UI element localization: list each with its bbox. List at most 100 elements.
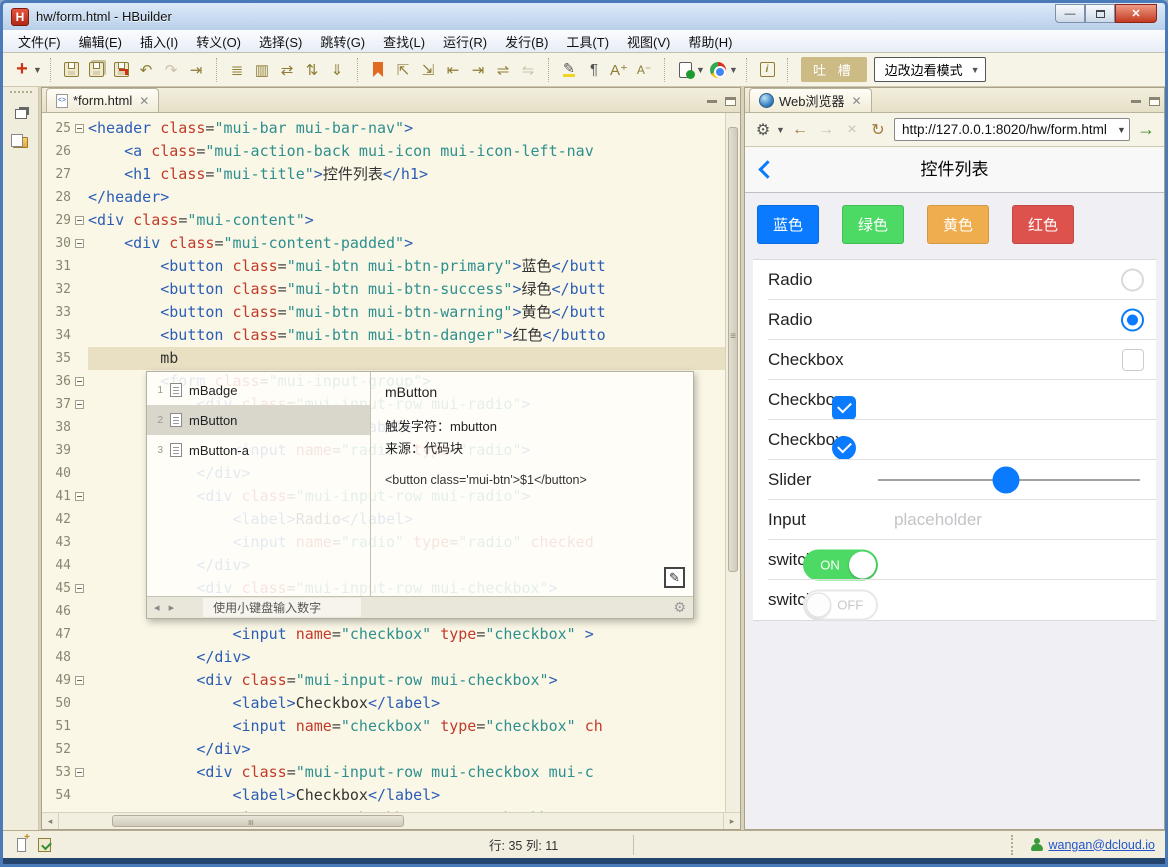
- redo-icon[interactable]: ↷: [160, 59, 182, 81]
- tab-close-icon[interactable]: ✕: [139, 94, 149, 108]
- maximize-button[interactable]: [1085, 4, 1115, 23]
- code-editor[interactable]: 25<header class="mui-bar mui-bar-nav">26…: [42, 113, 725, 812]
- new-file-icon[interactable]: +: [11, 59, 33, 81]
- hscroll-left-arrow-icon[interactable]: ◂: [42, 813, 59, 829]
- indent-right-icon[interactable]: ⇥: [467, 59, 489, 81]
- radio-off-control[interactable]: [1121, 269, 1144, 292]
- font-decrease-icon[interactable]: A⁻: [633, 59, 655, 81]
- run-browser-dropdown-icon[interactable]: ▼: [729, 65, 737, 75]
- panel-minimize-icon[interactable]: [1131, 100, 1141, 103]
- indent-left-icon[interactable]: ⇤: [442, 59, 464, 81]
- tab-web-browser[interactable]: Web浏览器 ✕: [749, 88, 872, 112]
- menu-item-3[interactable]: 插入(I): [131, 30, 187, 53]
- color-button-3[interactable]: 黄色: [927, 205, 989, 244]
- menu-item-6[interactable]: 跳转(G): [311, 30, 374, 53]
- info-icon[interactable]: i: [756, 59, 778, 81]
- browser-back-icon[interactable]: ←: [790, 121, 810, 139]
- pilcrow-icon[interactable]: ¶: [583, 59, 605, 81]
- close-button[interactable]: ✕: [1115, 4, 1157, 23]
- fold-marker-icon[interactable]: [75, 216, 84, 225]
- color-button-1[interactable]: 蓝色: [757, 205, 819, 244]
- bookmark-icon[interactable]: [367, 59, 389, 81]
- fold-marker-icon[interactable]: [75, 400, 84, 409]
- url-text[interactable]: http://127.0.0.1:8020/hw/form.html: [902, 122, 1117, 137]
- tab-form-html[interactable]: <> *form.html ✕: [46, 88, 159, 112]
- switch-toggle-off[interactable]: OFF: [803, 589, 878, 620]
- wrap-tag-icon[interactable]: ▥: [251, 59, 273, 81]
- menu-item-8[interactable]: 运行(R): [434, 30, 496, 53]
- menu-item-5[interactable]: 选择(S): [250, 30, 311, 53]
- run-device-dropdown-icon[interactable]: ▼: [696, 65, 704, 75]
- feedback-button[interactable]: 吐 槽: [801, 57, 867, 82]
- browser-settings-gear-icon[interactable]: ⚙: [753, 120, 773, 140]
- color-button-4[interactable]: 红色: [1012, 205, 1074, 244]
- panel-maximize-icon[interactable]: [725, 97, 736, 106]
- fold-marker-icon[interactable]: [75, 377, 84, 386]
- swap-view-icon[interactable]: ⇌: [492, 59, 514, 81]
- fold-marker-icon[interactable]: [75, 239, 84, 248]
- save-as-icon[interactable]: [110, 59, 132, 81]
- next-bookmark-icon[interactable]: ⇲: [417, 59, 439, 81]
- hscroll-thumb[interactable]: [112, 815, 404, 827]
- cb-ci-control[interactable]: [832, 436, 856, 460]
- autocomplete-item-mBadge[interactable]: 1mBadge: [147, 375, 370, 405]
- menu-item-2[interactable]: 编辑(E): [70, 30, 131, 53]
- menu-item-1[interactable]: 文件(F): [9, 30, 70, 53]
- radio-on-control[interactable]: [1121, 309, 1144, 332]
- popup-settings-gear-icon[interactable]: ⚙: [673, 599, 686, 616]
- fold-marker-icon[interactable]: [75, 492, 84, 501]
- move-line-up-icon[interactable]: ⇅: [301, 59, 323, 81]
- cb-off-control[interactable]: [1122, 349, 1144, 371]
- insert-mode-icon[interactable]: [13, 836, 30, 853]
- highlight-pen-icon[interactable]: ✎: [558, 59, 580, 81]
- autocomplete-item-mButton[interactable]: 2mButton: [147, 405, 370, 435]
- move-line-down-icon[interactable]: ⇓: [326, 59, 348, 81]
- title-bar[interactable]: H hw/form.html - HBuilder — ✕: [3, 3, 1165, 30]
- reformat-icon[interactable]: ⇥: [185, 59, 207, 81]
- fold-marker-icon[interactable]: [75, 124, 84, 133]
- menu-item-7[interactable]: 查找(L): [374, 30, 434, 53]
- panel-maximize-icon[interactable]: [1149, 97, 1160, 106]
- fold-marker-icon[interactable]: [75, 676, 84, 685]
- menu-item-11[interactable]: 视图(V): [618, 30, 679, 53]
- switch-toggle-on[interactable]: ON: [803, 549, 878, 580]
- swap-view-disabled-icon[interactable]: ⇋: [517, 59, 539, 81]
- save-icon[interactable]: [60, 59, 82, 81]
- fold-marker-icon[interactable]: [75, 768, 84, 777]
- autocomplete-item-mButton-a[interactable]: 3mButton-a: [147, 435, 370, 465]
- browser-settings-dropdown-icon[interactable]: ▼: [776, 125, 784, 135]
- browser-tab-close-icon[interactable]: ✕: [852, 94, 862, 108]
- browser-go-icon[interactable]: →: [1136, 119, 1156, 140]
- menu-item-4[interactable]: 转义(O): [187, 30, 250, 53]
- browser-refresh-icon[interactable]: ↻: [868, 120, 888, 140]
- run-browser-chrome-icon[interactable]: [707, 59, 729, 81]
- restore-panes-icon[interactable]: [12, 105, 30, 123]
- validation-icon[interactable]: [36, 836, 53, 853]
- save-all-icon[interactable]: [85, 59, 107, 81]
- undo-icon[interactable]: ↶: [135, 59, 157, 81]
- new-file-dropdown-icon[interactable]: ▼: [33, 65, 41, 75]
- hscroll-track[interactable]: [59, 813, 723, 829]
- url-history-dropdown-icon[interactable]: ▼: [1117, 125, 1125, 135]
- menu-item-9[interactable]: 发行(B): [496, 30, 557, 53]
- menu-item-10[interactable]: 工具(T): [557, 30, 618, 53]
- vscroll-thumb[interactable]: [728, 127, 738, 572]
- account-link[interactable]: wangan@dcloud.io: [1048, 838, 1155, 852]
- fold-marker-icon[interactable]: [75, 584, 84, 593]
- browser-stop-icon[interactable]: ×: [842, 121, 862, 139]
- pager-arrows-icon[interactable]: ◂ ▸: [154, 601, 177, 614]
- editor-horizontal-scrollbar[interactable]: ◂ ▸: [42, 812, 740, 829]
- menu-item-12[interactable]: 帮助(H): [679, 30, 741, 53]
- list-format-icon[interactable]: ≣: [226, 59, 248, 81]
- project-explorer-icon[interactable]: [12, 133, 30, 151]
- slider-thumb[interactable]: [993, 467, 1020, 494]
- edit-snippet-icon[interactable]: ✎: [664, 567, 685, 588]
- editor-vertical-scrollbar[interactable]: [725, 113, 740, 812]
- slider-track[interactable]: [878, 479, 1140, 481]
- panel-minimize-icon[interactable]: [707, 100, 717, 103]
- url-bar[interactable]: http://127.0.0.1:8020/hw/form.html ▼: [894, 118, 1130, 141]
- inline-tag-icon[interactable]: ⇄: [276, 59, 298, 81]
- input-placeholder[interactable]: placeholder: [894, 510, 982, 530]
- hscroll-right-arrow-icon[interactable]: ▸: [723, 813, 740, 829]
- prev-bookmark-icon[interactable]: ⇱: [392, 59, 414, 81]
